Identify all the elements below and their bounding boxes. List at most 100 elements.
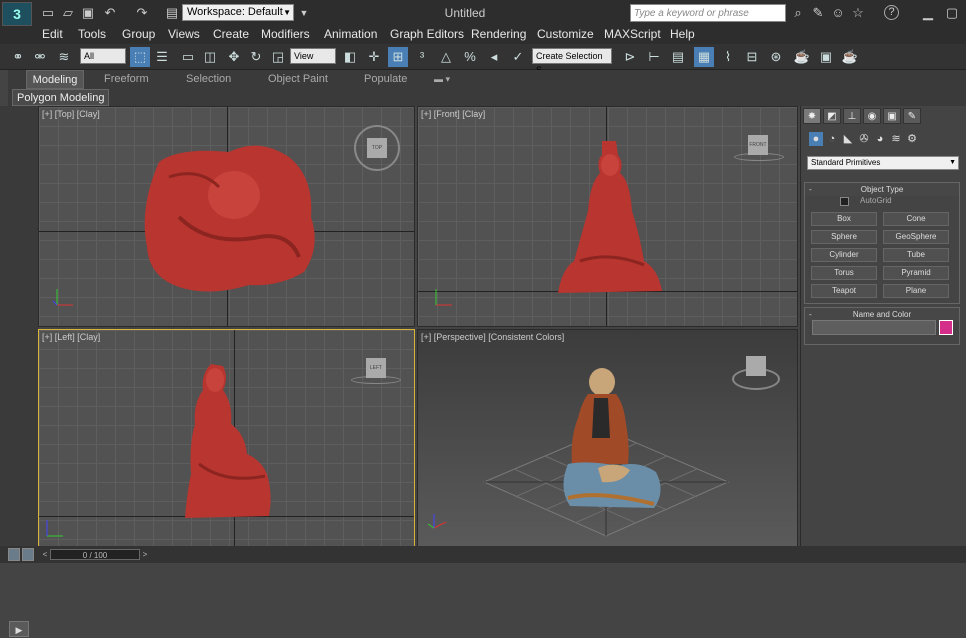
select-by-name-icon[interactable]: ☰ [152,47,172,67]
object-color-swatch[interactable] [939,320,953,335]
viewport-front[interactable]: [+] [Front] [Clay] FRONT [417,106,798,327]
quick-access-menu-icon[interactable]: ▼ [296,5,312,21]
statue-top-view[interactable] [139,137,329,299]
snaps-toggle-icon[interactable]: ³ [412,47,432,67]
menu-help[interactable]: Help [670,27,695,41]
rectangular-selection-icon[interactable]: ▭ [178,47,198,67]
cone-button[interactable]: Cone [883,212,949,226]
viewport-layout-icon[interactable] [22,548,34,561]
save-icon[interactable]: ▣ [80,5,96,21]
display-tab-icon[interactable]: ▣ [883,108,901,124]
torus-button[interactable]: Torus [811,266,877,280]
rotate-icon[interactable]: ↻ [246,47,266,67]
menu-views[interactable]: Views [168,27,200,41]
statue-left-view[interactable] [185,364,275,520]
angle-snap-icon[interactable]: △ [436,47,456,67]
named-selection-dropdown[interactable]: Create Selection S [532,48,612,75]
menu-create[interactable]: Create [213,27,249,41]
window-crossing-icon[interactable]: ◫ [200,47,220,67]
sphere-button[interactable]: Sphere [811,230,877,244]
viewport-perspective[interactable]: [+] [Perspective] [Consistent Colors] [417,329,798,547]
viewcube-left[interactable]: LEFT [366,358,386,378]
utilities-tab-icon[interactable]: ✎ [903,108,921,124]
tab-modeling[interactable]: Modeling [26,70,84,89]
space-warps-icon[interactable]: ≋ [889,132,903,146]
user-icon[interactable]: ☺ [830,5,846,21]
bind-space-warp-icon[interactable]: ≋ [54,47,74,67]
statue-perspective-view[interactable] [558,368,666,514]
curve-editor-icon[interactable]: ⌇ [718,47,738,67]
menu-rendering[interactable]: Rendering [471,27,526,41]
menu-maxscript[interactable]: MAXScript [604,27,661,41]
viewport-left[interactable]: [+] [Left] [Clay] LEFT [38,329,415,547]
cameras-icon[interactable]: ✇ [857,132,871,146]
object-name-field[interactable] [812,320,936,335]
undo-icon[interactable]: ↶ [102,5,118,21]
geosphere-button[interactable]: GeoSphere [883,230,949,244]
cylinder-button[interactable]: Cylinder [811,248,877,262]
material-editor-icon[interactable]: ⊛ [766,47,786,67]
align-icon[interactable]: ⊢ [644,47,664,67]
minimize-icon[interactable]: ▁ [920,5,936,21]
viewcube-perspective[interactable] [746,356,766,376]
keyboard-shortcut-override-icon[interactable]: ⊞ [388,47,408,67]
viewport-top[interactable]: [+] [Top] [Clay] TOP [38,106,415,327]
menu-edit[interactable]: Edit [42,27,63,41]
maximize-icon[interactable]: ▢ [944,5,960,21]
time-slider[interactable]: 0 / 100 [50,549,140,560]
graphite-ribbon-icon[interactable]: ▦ [694,47,714,67]
scale-icon[interactable]: ◲ [268,47,288,67]
link-icon[interactable]: ⚭ [8,47,28,67]
rendered-frame-window-icon[interactable]: ▣ [816,47,836,67]
app-logo[interactable]: 3 [2,2,32,26]
plane-button[interactable]: Plane [883,284,949,298]
favorites-icon[interactable]: ☆ [850,5,866,21]
menu-animation[interactable]: Animation [324,27,377,41]
tab-object-paint[interactable]: Object Paint [264,70,332,89]
percent-snap-icon[interactable]: % [460,47,480,67]
systems-icon[interactable]: ⚙ [905,132,919,146]
tube-button[interactable]: Tube [883,248,949,262]
spinner-snap-icon[interactable]: ◂ [484,47,504,67]
time-slider-prev-icon[interactable]: < [40,549,50,560]
object-type-header[interactable]: - Object Type [805,183,959,196]
ribbon-options-icon[interactable]: ▬ ▾ [430,70,454,89]
layer-manager-icon[interactable]: ▤ [668,47,688,67]
reference-coordinate-dropdown[interactable]: View [290,48,336,64]
search-input[interactable]: Type a keyword or phrase [630,4,786,22]
binoculars-icon[interactable]: ⌕ [790,5,806,21]
mini-listener-icon[interactable] [8,548,20,561]
teapot-button[interactable]: Teapot [811,284,877,298]
tab-freeform[interactable]: Freeform [100,70,153,89]
workspace-dropdown[interactable]: Workspace: Default ▼ [182,4,294,21]
box-button[interactable]: Box [811,212,877,226]
schematic-view-icon[interactable]: ⊟ [742,47,762,67]
render-setup-icon[interactable]: ☕ [792,47,812,67]
viewport-top-label[interactable]: [+] [Top] [Clay] [42,109,100,119]
lights-icon[interactable]: ◣ [841,132,855,146]
tools-icon[interactable]: ✎ [810,5,826,21]
menu-graph-editors[interactable]: Graph Editors [390,27,464,41]
polygon-modeling-panel[interactable]: Polygon Modeling [12,89,110,106]
viewcube-front[interactable]: FRONT [748,135,768,155]
pyramid-button[interactable]: Pyramid [883,266,949,280]
pivot-center-icon[interactable]: ◧ [340,47,360,67]
shapes-icon[interactable]: ◔ [825,132,839,146]
geometry-icon[interactable]: ● [809,132,823,146]
mirror-icon[interactable]: ⊳ [620,47,640,67]
menu-group[interactable]: Group [122,27,155,41]
menu-customize[interactable]: Customize [537,27,594,41]
render-production-icon[interactable]: ☕ [840,47,860,67]
menu-modifiers[interactable]: Modifiers [261,27,310,41]
menu-tools[interactable]: Tools [78,27,106,41]
viewport-front-label[interactable]: [+] [Front] [Clay] [421,109,485,119]
redo-icon[interactable]: ↷ [134,5,150,21]
move-icon[interactable]: ✥ [224,47,244,67]
hierarchy-tab-icon[interactable]: ⊥ [843,108,861,124]
unlink-icon[interactable]: ⚮ [30,47,50,67]
create-tab-icon[interactable]: ✸ [803,108,821,124]
modify-tab-icon[interactable]: ◩ [823,108,841,124]
tab-populate[interactable]: Populate [360,70,411,89]
viewcube-top[interactable]: TOP [367,138,387,158]
helpers-icon[interactable]: ◕ [873,132,887,146]
